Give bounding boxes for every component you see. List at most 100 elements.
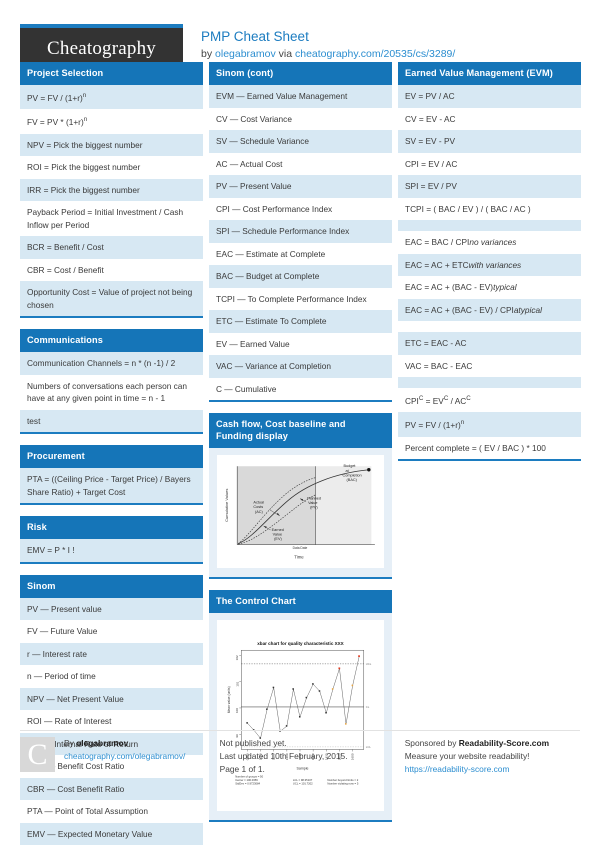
card-row: test: [20, 409, 203, 433]
card-row: EMV — Expected Monetary Value: [20, 822, 203, 846]
source-url-link[interactable]: cheatography.com/20535/cs/3289/: [295, 48, 455, 60]
card-row: SV = EV - PV: [398, 130, 581, 153]
card-title: Sinom: [20, 574, 203, 598]
card-row: TCPI = ( BAC / EV ) / ( BAC / AC ): [398, 197, 581, 220]
card-row: EV = PV / AC: [398, 85, 581, 108]
logo-text: Cheatography: [47, 37, 156, 59]
card-row: PV = FV / (1+r)n: [20, 85, 203, 110]
card-row: EAC = BAC / CPIno variances: [398, 231, 581, 254]
card-row: ROI = Pick the biggest number: [20, 156, 203, 179]
card-row: BAC — Budget at Complete: [209, 265, 392, 288]
control-chart-svg: xbar chart for quality characteristic XX…: [217, 637, 384, 789]
sponsor-name: Readability-Score.com: [458, 738, 550, 748]
card-row: IRR = Pick the biggest number: [20, 178, 203, 202]
card-row: EMV = P * I !: [20, 539, 203, 562]
svg-text:101: 101: [235, 681, 239, 686]
card-row: ETC = EAC - AC: [398, 332, 581, 355]
svg-text:Value: Value: [308, 501, 317, 505]
control-chart-figure: xbar chart for quality characteristic XX…: [209, 613, 392, 820]
page-footer: C By olegabramov cheatography.com/olegab…: [0, 737, 600, 776]
card-row: CBR — Cost Benefit Ratio: [20, 777, 203, 801]
card-row: TCPI — To Complete Performance Index: [209, 287, 392, 310]
page-byline: by olegabramov via cheatography.com/2053…: [201, 47, 455, 62]
card-row: SPI — Schedule Performance Index: [209, 220, 392, 243]
card-row-spacer: [398, 220, 581, 231]
card-row: EAC = AC + ETCwith variances: [398, 253, 581, 276]
card-row-spacer: [398, 377, 581, 388]
card-row: VAC — Variance at Completion: [209, 355, 392, 378]
card-sinom: Sinom PV — Present value FV — Future Val…: [20, 574, 203, 849]
card-row: P — Probability: [20, 845, 203, 849]
card-row: C — Cumulative: [209, 377, 392, 400]
card-row: CBR = Cost / Benefit: [20, 258, 203, 282]
sponsor-tagline: Measure your website readability!: [404, 751, 530, 761]
sponsor-link[interactable]: https://readability-score.com: [405, 764, 510, 774]
card-evm: Earned Value Management (EVM) EV = PV / …: [398, 62, 581, 462]
column-2: Sinom (cont) EVM — Earned Value Manageme…: [209, 62, 392, 833]
svg-text:Mean value (units): Mean value (units): [227, 686, 231, 713]
byline-prefix: by: [201, 48, 216, 60]
cheatsheet-page: Cheatography PMP Cheat Sheet by olegabra…: [0, 0, 600, 849]
svg-text:Completion: Completion: [343, 473, 362, 477]
byline-mid: via: [275, 48, 295, 60]
card-row: r — Interest rate: [20, 642, 203, 666]
card-title: Procurement: [20, 445, 203, 469]
card-row: CV = EV - AC: [398, 107, 581, 130]
card-row: Percent complete = ( EV / BAC ) * 100: [398, 436, 581, 460]
page-info: Page 1 of 1.: [219, 764, 265, 774]
card-row: EAC = AC + (BAC - EV) / CPIatypical: [398, 298, 581, 321]
card-row: EAC = AC + (BAC - EV)typical: [398, 276, 581, 299]
card-row: BCR = Benefit / Cost: [20, 236, 203, 259]
svg-text:CL: CL: [366, 705, 370, 709]
footer-sponsor-block: Sponsored by Readability-Score.com Measu…: [405, 737, 580, 776]
author-link[interactable]: olegabramov: [215, 48, 276, 60]
svg-text:Actual: Actual: [253, 501, 264, 505]
card-row: Payback Period = Initial Investment / Ca…: [20, 201, 203, 237]
card-control-chart: The Control Chart xbar chart for quality…: [209, 590, 392, 822]
publish-status: Not published yet.: [219, 738, 287, 748]
card-row: CPI = EV / AC: [398, 152, 581, 175]
card-row: VAC = BAC - EAC: [398, 354, 581, 377]
card-row: CPIC = EVC / ACC: [398, 388, 581, 413]
card-row: EV — Earned Value: [209, 332, 392, 355]
footer-author-link[interactable]: cheatography.com/olegabramov/: [64, 751, 185, 761]
card-row: AC — Actual Cost: [209, 152, 392, 175]
footer-publish-block: Not published yet. Last updated 10th Feb…: [220, 737, 405, 776]
svg-text:UCL: UCL: [366, 662, 372, 666]
svg-text:(BAC): (BAC): [347, 478, 358, 482]
card-row: SPI = EV / PV: [398, 175, 581, 198]
svg-text:Planned: Planned: [307, 497, 321, 501]
svg-text:102: 102: [235, 655, 239, 660]
card-row: PV = FV / (1+r)n: [398, 412, 581, 437]
card-row: EVM — Earned Value Management: [209, 85, 392, 108]
svg-text:Costs: Costs: [253, 505, 263, 509]
header-text-block: PMP Cheat Sheet by olegabramov via cheat…: [201, 24, 455, 62]
footer-logo: C: [20, 737, 55, 772]
svg-text:Cumulative Values: Cumulative Values: [224, 489, 229, 522]
card-title: Cash flow, Cost baseline and Funding dis…: [209, 413, 392, 448]
card-title: Earned Value Management (EVM): [398, 62, 581, 85]
card-cash-flow: Cash flow, Cost baseline and Funding dis…: [209, 413, 392, 579]
card-row: ETC — Estimate To Complete: [209, 310, 392, 333]
card-row: Numbers of conversations each person can…: [20, 374, 203, 410]
card-title: Communications: [20, 329, 203, 353]
card-title: Project Selection: [20, 62, 203, 85]
card-project-selection: Project Selection PV = FV / (1+r)n FV = …: [20, 62, 203, 319]
card-communications: Communications Communication Channels = …: [20, 329, 203, 435]
card-row: PTA = ((Ceiling Price - Target Price) / …: [20, 468, 203, 504]
card-row-spacer: [398, 321, 581, 332]
card-row: PTA — Point of Total Assumption: [20, 800, 203, 823]
svg-text:(AC): (AC): [255, 510, 264, 514]
svg-text:LCL = 98.35107: LCL = 98.35107: [293, 778, 313, 782]
card-row: PV — Present Value: [209, 175, 392, 198]
footer-author-block: C By olegabramov cheatography.com/olegab…: [20, 737, 220, 776]
card-title: The Control Chart: [209, 590, 392, 613]
svg-text:(EV): (EV): [274, 537, 282, 541]
card-row: NPV — Net Present Value: [20, 687, 203, 711]
svg-text:Time: Time: [294, 554, 304, 559]
card-risk: Risk EMV = P * I !: [20, 516, 203, 564]
footer-author-name: olegabramov: [76, 738, 129, 748]
card-row: CV — Cost Variance: [209, 107, 392, 130]
svg-text:Budget: Budget: [344, 464, 357, 468]
page-header: Cheatography PMP Cheat Sheet by olegabra…: [0, 0, 600, 69]
